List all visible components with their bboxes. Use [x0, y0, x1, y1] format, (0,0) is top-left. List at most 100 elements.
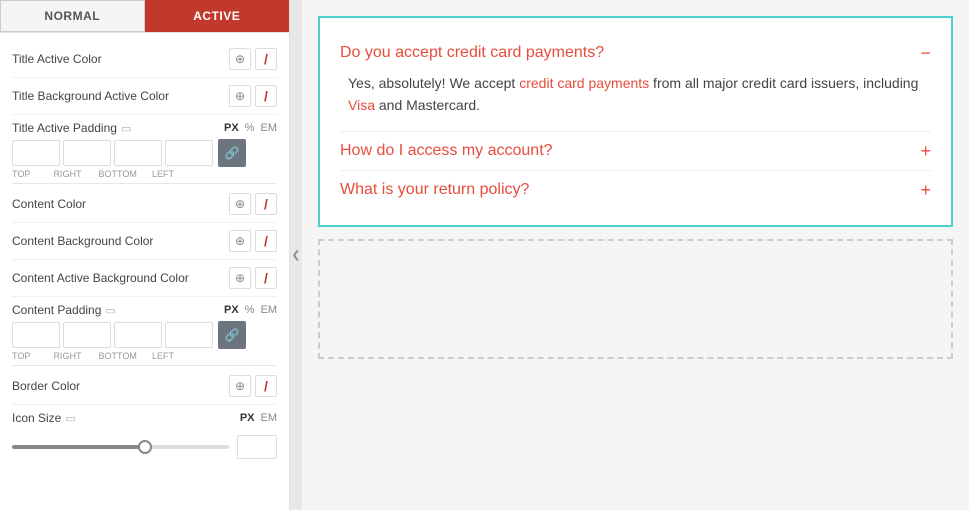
icon-size-label: Icon Size ▭: [12, 411, 76, 425]
sublabel-bottom-2: BOTTOM: [99, 351, 137, 361]
title-padding-right[interactable]: [63, 140, 111, 166]
slash-icon-3[interactable]: /: [255, 193, 277, 215]
tab-active[interactable]: ACTIVE: [145, 0, 290, 32]
title-active-padding-row: Title Active Padding ▭ PX % EM 🔗 TOP RIG…: [12, 115, 277, 181]
faq-item-1: Do you accept credit card payments? − Ye…: [340, 34, 931, 132]
faq-widget: Do you accept credit card payments? − Ye…: [318, 16, 953, 227]
content-active-bg-color-row: Content Active Background Color ⊕ /: [12, 260, 277, 297]
globe-icon-3[interactable]: ⊕: [229, 193, 251, 215]
title-padding-sublabels: TOP RIGHT BOTTOM LEFT: [12, 167, 174, 179]
title-active-color-label: Title Active Color: [12, 52, 229, 66]
faq-question-3[interactable]: What is your return policy? +: [340, 181, 931, 199]
icon-size-row: Icon Size ▭ PX EM: [12, 405, 277, 465]
preview-panel: Do you accept credit card payments? − Ye…: [302, 0, 969, 510]
faq-question-text-1: Do you accept credit card payments?: [340, 44, 604, 62]
title-padding-em[interactable]: EM: [261, 122, 278, 134]
title-padding-inputs-row: 🔗: [12, 139, 277, 167]
answer-highlight-1: credit card payments: [519, 75, 649, 91]
faq-question-1[interactable]: Do you accept credit card payments? −: [340, 44, 931, 62]
answer-highlight-2: Visa: [348, 97, 375, 113]
settings-panel: NORMAL ACTIVE Title Active Color ⊕ / Tit…: [0, 0, 290, 510]
content-padding-top[interactable]: [12, 322, 60, 348]
content-color-controls: ⊕ /: [229, 193, 277, 215]
content-bg-color-label: Content Background Color: [12, 234, 229, 248]
content-bg-color-row: Content Background Color ⊕ /: [12, 223, 277, 260]
content-bg-color-controls: ⊕ /: [229, 230, 277, 252]
title-padding-bottom[interactable]: [114, 140, 162, 166]
sublabel-top-2: TOP: [12, 351, 30, 361]
content-padding-sublabels: TOP RIGHT BOTTOM LEFT: [12, 349, 174, 361]
empty-widget: [318, 239, 953, 359]
border-color-label: Border Color: [12, 379, 229, 393]
divider-2: [12, 365, 277, 366]
monitor-icon-1: ▭: [121, 122, 131, 135]
content-padding-bottom[interactable]: [114, 322, 162, 348]
title-padding-left[interactable]: [165, 140, 213, 166]
content-padding-link-btn[interactable]: 🔗: [218, 321, 246, 349]
settings-content: Title Active Color ⊕ / Title Background …: [0, 33, 289, 510]
icon-size-px[interactable]: PX: [240, 412, 255, 424]
icon-size-em[interactable]: EM: [261, 412, 278, 424]
title-padding-top[interactable]: [12, 140, 60, 166]
title-padding-link-btn[interactable]: 🔗: [218, 139, 246, 167]
collapse-handle[interactable]: ❮: [290, 0, 302, 510]
title-active-padding-label-row: Title Active Padding ▭ PX % EM: [12, 121, 277, 135]
sublabel-top-1: TOP: [12, 169, 30, 179]
globe-icon-2[interactable]: ⊕: [229, 85, 251, 107]
content-padding-units: PX % EM: [224, 304, 277, 316]
sublabel-left-2: LEFT: [152, 351, 174, 361]
content-padding-right[interactable]: [63, 322, 111, 348]
icon-size-slider[interactable]: [12, 445, 229, 449]
content-padding-inputs-row: 🔗: [12, 321, 277, 349]
slider-thumb[interactable]: [138, 440, 152, 454]
slash-icon-1[interactable]: /: [255, 48, 277, 70]
title-bg-active-color-controls: ⊕ /: [229, 85, 277, 107]
slash-icon-4[interactable]: /: [255, 230, 277, 252]
slash-icon-2[interactable]: /: [255, 85, 277, 107]
faq-question-2[interactable]: How do I access my account? +: [340, 142, 931, 160]
sublabel-left-1: LEFT: [152, 169, 174, 179]
faq-toggle-1[interactable]: −: [920, 44, 931, 62]
divider-1: [12, 183, 277, 184]
content-padding-pct[interactable]: %: [245, 304, 255, 316]
icon-size-slider-row: [12, 429, 277, 463]
title-padding-px[interactable]: PX: [224, 122, 239, 134]
icon-size-label-row: Icon Size ▭ PX EM: [12, 411, 277, 425]
content-active-bg-color-controls: ⊕ /: [229, 267, 277, 289]
monitor-icon-2: ▭: [105, 304, 115, 317]
faq-item-3: What is your return policy? +: [340, 171, 931, 209]
icon-size-units: PX EM: [240, 412, 277, 424]
content-padding-px[interactable]: PX: [224, 304, 239, 316]
globe-icon-1[interactable]: ⊕: [229, 48, 251, 70]
title-bg-active-color-label: Title Background Active Color: [12, 89, 229, 103]
faq-toggle-2[interactable]: +: [920, 142, 931, 160]
faq-question-text-2: How do I access my account?: [340, 142, 553, 160]
collapse-icon: ❮: [292, 250, 300, 261]
title-padding-pct[interactable]: %: [245, 122, 255, 134]
globe-icon-4[interactable]: ⊕: [229, 230, 251, 252]
content-active-bg-color-label: Content Active Background Color: [12, 271, 229, 285]
content-padding-row: Content Padding ▭ PX % EM 🔗 TOP RIGHT: [12, 297, 277, 363]
title-active-padding-label: Title Active Padding ▭: [12, 121, 131, 135]
title-padding-units: PX % EM: [224, 122, 277, 134]
sublabel-right-2: RIGHT: [53, 351, 81, 361]
sublabel-bottom-1: BOTTOM: [99, 169, 137, 179]
tab-bar: NORMAL ACTIVE: [0, 0, 289, 33]
border-color-row: Border Color ⊕ /: [12, 368, 277, 405]
content-padding-em[interactable]: EM: [261, 304, 278, 316]
slash-icon-5[interactable]: /: [255, 267, 277, 289]
content-padding-left[interactable]: [165, 322, 213, 348]
faq-toggle-3[interactable]: +: [920, 181, 931, 199]
border-color-controls: ⊕ /: [229, 375, 277, 397]
content-padding-label-row: Content Padding ▭ PX % EM: [12, 303, 277, 317]
slash-icon-6[interactable]: /: [255, 375, 277, 397]
icon-size-input[interactable]: [237, 435, 277, 459]
tab-normal[interactable]: NORMAL: [0, 0, 145, 32]
globe-icon-6[interactable]: ⊕: [229, 375, 251, 397]
content-color-label: Content Color: [12, 197, 229, 211]
faq-question-text-3: What is your return policy?: [340, 181, 529, 199]
title-active-color-controls: ⊕ /: [229, 48, 277, 70]
faq-item-2: How do I access my account? +: [340, 132, 931, 171]
sublabel-right-1: RIGHT: [53, 169, 81, 179]
globe-icon-5[interactable]: ⊕: [229, 267, 251, 289]
